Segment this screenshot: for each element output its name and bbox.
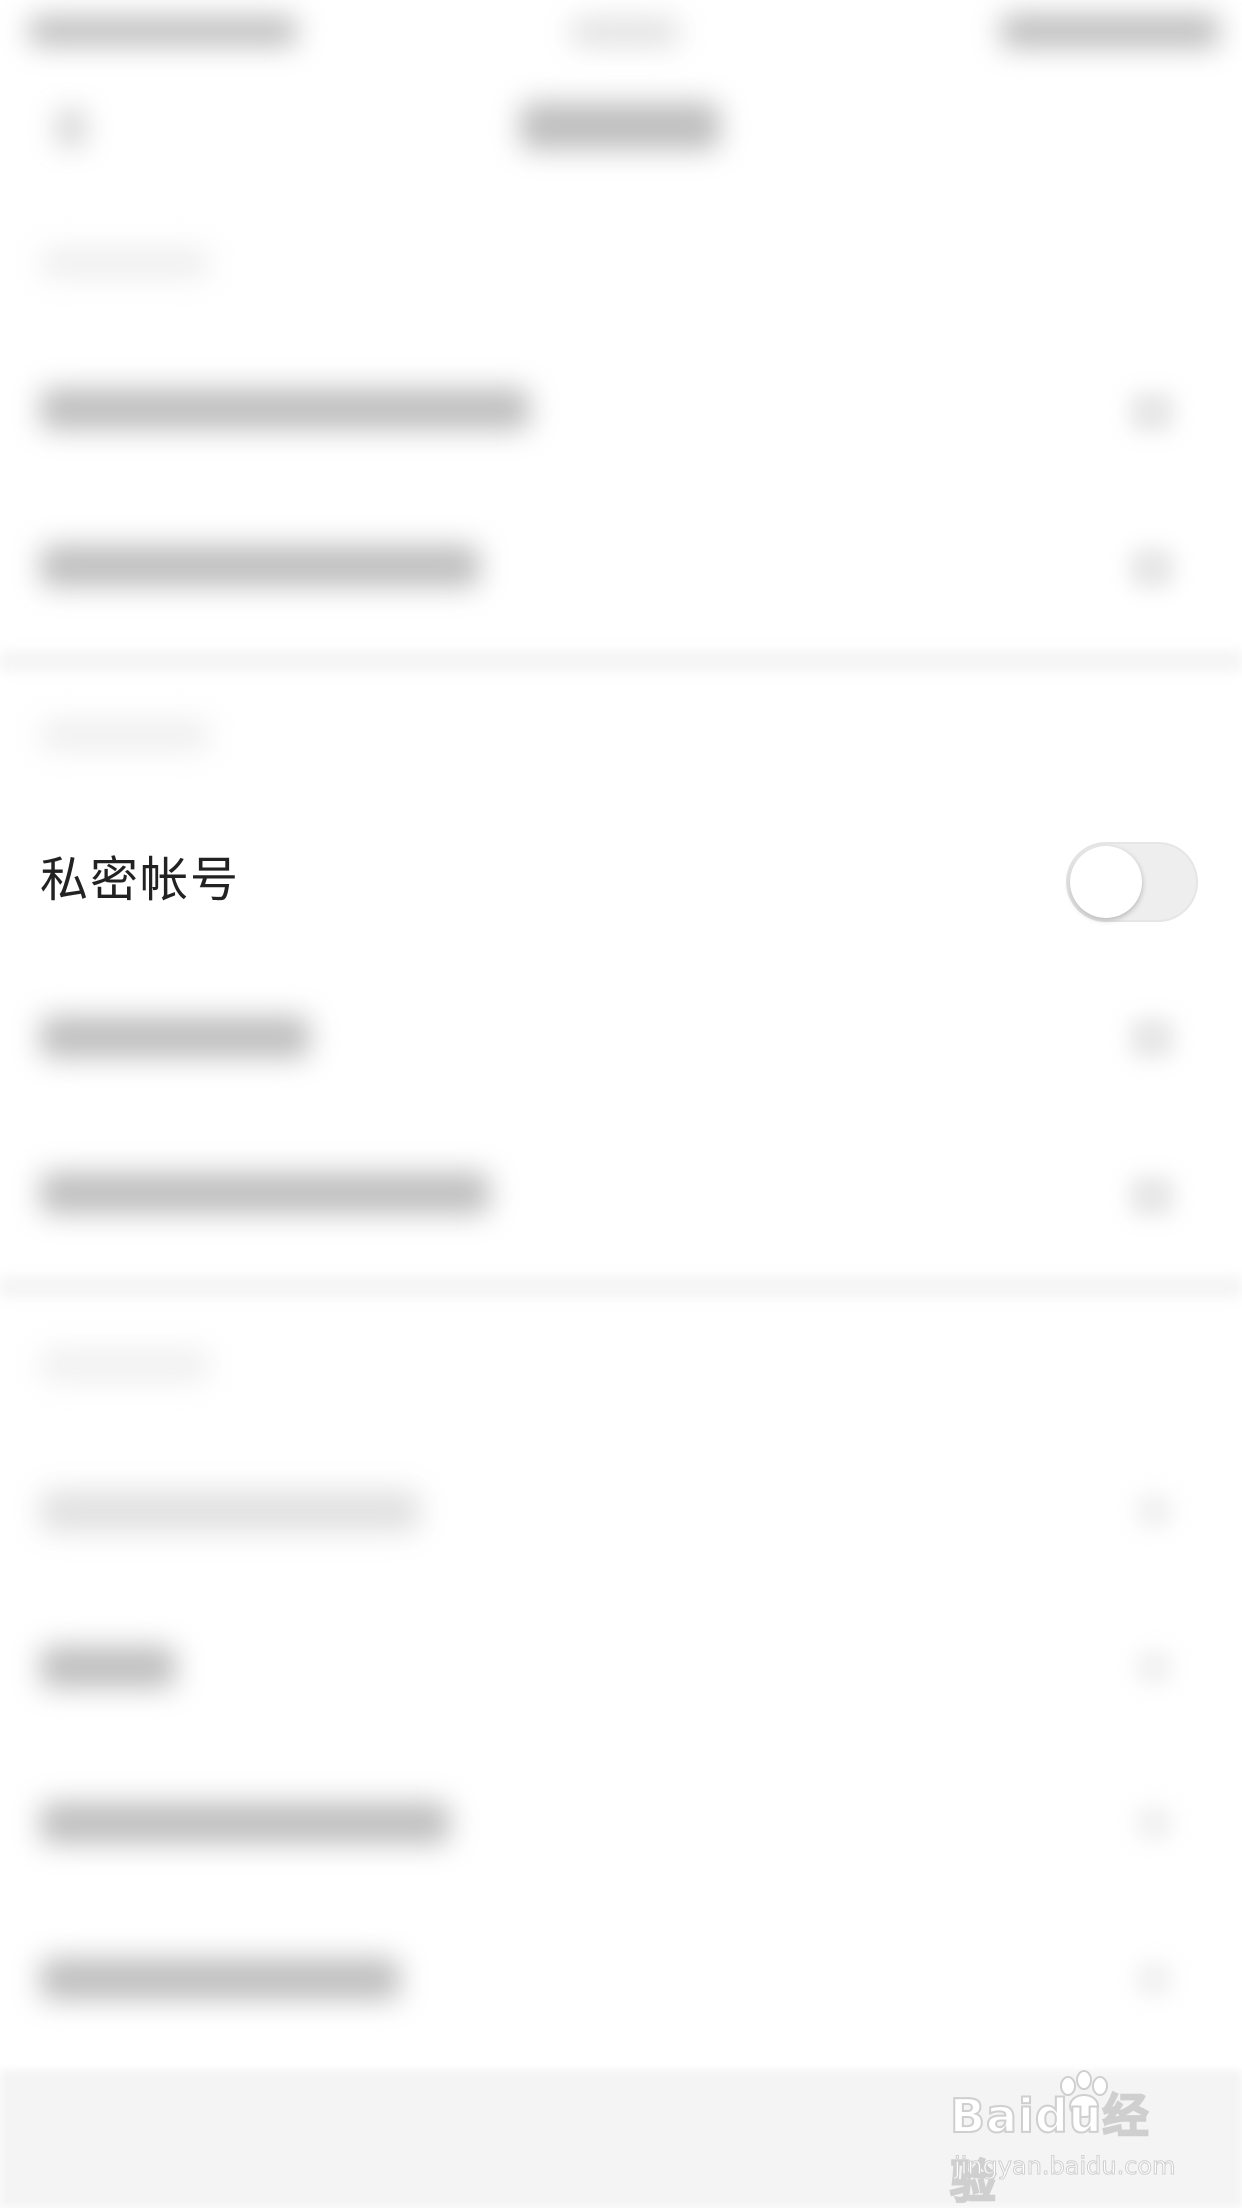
watermark-url: jingyan.baidu.com (953, 2152, 1176, 2181)
section-divider (0, 650, 1242, 672)
chevron-right-icon (1130, 548, 1174, 588)
chevron-right-icon (1136, 1962, 1172, 1996)
status-bar-clock (570, 18, 680, 46)
settings-screen: 私密帐号 Baidu经验 jingyan.baidu.com (0, 0, 1242, 2208)
private-account-toggle[interactable] (1066, 842, 1198, 922)
settings-row-label[interactable] (40, 1490, 420, 1532)
watermark-brand: Baidu经验 (949, 2088, 1150, 2208)
settings-row-label[interactable] (40, 1646, 176, 1688)
chevron-right-icon (1130, 392, 1174, 432)
settings-row-label[interactable] (40, 388, 530, 430)
private-account-row[interactable]: 私密帐号 (0, 816, 1242, 946)
section-header (40, 248, 210, 278)
status-bar-left (28, 16, 298, 46)
chevron-right-icon (1136, 1494, 1172, 1528)
chevron-right-icon (1130, 1176, 1174, 1216)
page-title (520, 102, 720, 150)
watermark: Baidu经验 jingyan.baidu.com (949, 2070, 1190, 2208)
section-header (40, 1350, 210, 1380)
toggle-knob (1070, 846, 1142, 918)
private-account-label: 私密帐号 (40, 852, 241, 908)
settings-row-label[interactable] (40, 1958, 400, 2000)
chevron-right-icon (1130, 1018, 1174, 1058)
status-bar-right (1000, 14, 1220, 48)
settings-row-label[interactable] (40, 1016, 310, 1058)
settings-row-label[interactable] (40, 545, 480, 587)
settings-row-label[interactable] (40, 1802, 450, 1844)
chevron-right-icon (1136, 1650, 1172, 1684)
section-divider (0, 1276, 1242, 1298)
section-header (40, 720, 210, 750)
chevron-right-icon (1136, 1806, 1172, 1840)
back-icon[interactable] (56, 108, 86, 148)
settings-row-label[interactable] (40, 1172, 490, 1214)
